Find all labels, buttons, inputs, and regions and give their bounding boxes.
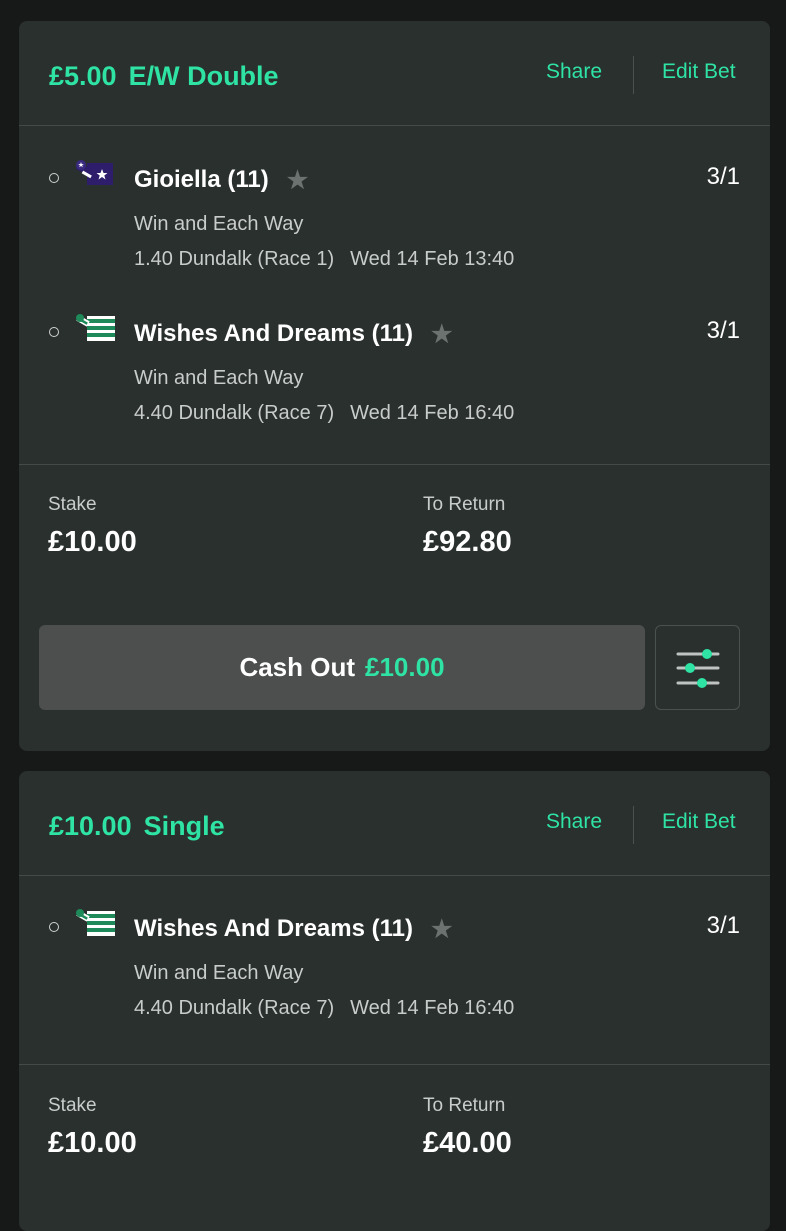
star-icon[interactable]: ★ xyxy=(431,915,453,944)
stake-label: Stake xyxy=(48,494,97,515)
selection-wishes-and-dreams: Wishes And Dreams (11) ★ 3/1 Win and Each… xyxy=(19,305,770,425)
header-divider xyxy=(633,806,634,844)
header-divider xyxy=(633,56,634,94)
share-button[interactable]: Share xyxy=(546,60,602,84)
edit-bet-button[interactable]: Edit Bet xyxy=(662,810,736,834)
stake-value: £10.00 xyxy=(48,526,137,558)
bet-card-single: £10.00 Single Share Edit Bet Wishes And D… xyxy=(19,771,770,1231)
event-info: 4.40 Dundalk (Race 7) Wed 14 Feb 16:40 xyxy=(134,997,514,1020)
market-type: Win and Each Way xyxy=(134,367,304,389)
bet-title: £10.00 Single xyxy=(49,811,225,842)
purple-silk-icon xyxy=(75,159,117,189)
cash-out-button[interactable]: Cash Out £10.00 xyxy=(39,625,645,710)
event-name: 4.40 Dundalk (Race 7) xyxy=(134,402,335,424)
to-return-label: To Return xyxy=(423,494,506,515)
selection-gioiella: Gioiella (11) ★ 3/1 Win and Each Way 1.40… xyxy=(19,151,770,271)
star-icon[interactable]: ★ xyxy=(287,166,309,195)
selection-radio[interactable] xyxy=(49,173,59,183)
odds: 3/1 xyxy=(706,163,740,190)
market-type: Win and Each Way xyxy=(134,213,304,235)
odds: 3/1 xyxy=(706,317,740,344)
cash-out-settings-button[interactable] xyxy=(655,625,740,710)
bet-card-ew-double: £5.00 E/W Double Share Edit Bet Gioiella … xyxy=(19,21,770,751)
event-info: 4.40 Dundalk (Race 7) Wed 14 Feb 16:40 xyxy=(134,402,514,425)
bet-type: Single xyxy=(143,811,225,841)
event-time: Wed 14 Feb 16:40 xyxy=(350,997,515,1019)
selection-radio[interactable] xyxy=(49,327,59,337)
selection-radio[interactable] xyxy=(49,922,59,932)
bet-card-header: £10.00 Single Share Edit Bet xyxy=(19,771,770,875)
to-return-value: £92.80 xyxy=(423,526,512,558)
green-hooped-silk-icon xyxy=(75,908,117,938)
horse-name: Wishes And Dreams (11) ★ xyxy=(134,320,453,349)
horse-name: Wishes And Dreams (11) ★ xyxy=(134,915,453,944)
event-info: 1.40 Dundalk (Race 1) Wed 14 Feb 13:40 xyxy=(134,248,514,271)
event-name: 4.40 Dundalk (Race 7) xyxy=(134,997,335,1019)
horse-name-text: Wishes And Dreams (11) xyxy=(134,915,413,942)
share-button[interactable]: Share xyxy=(546,810,602,834)
cash-out-label: Cash Out xyxy=(239,652,356,682)
divider xyxy=(19,464,770,465)
to-return-value: £40.00 xyxy=(423,1127,512,1159)
selection-wishes-and-dreams: Wishes And Dreams (11) ★ 3/1 Win and Each… xyxy=(19,900,770,1020)
bet-title: £5.00 E/W Double xyxy=(49,61,279,92)
horse-name-text: Wishes And Dreams (11) xyxy=(134,320,413,347)
horse-name-text: Gioiella (11) xyxy=(134,166,269,193)
to-return-label: To Return xyxy=(423,1095,506,1116)
bet-type: E/W Double xyxy=(128,61,279,91)
star-icon[interactable]: ★ xyxy=(431,320,453,349)
divider xyxy=(19,875,770,876)
bet-card-header: £5.00 E/W Double Share Edit Bet xyxy=(19,21,770,125)
cash-out-amount: £10.00 xyxy=(365,652,445,682)
market-type: Win and Each Way xyxy=(134,962,304,984)
bet-stake-amount: £5.00 xyxy=(49,61,117,91)
event-time: Wed 14 Feb 16:40 xyxy=(350,402,515,424)
event-time: Wed 14 Feb 13:40 xyxy=(350,248,515,270)
edit-bet-button[interactable]: Edit Bet xyxy=(662,60,736,84)
sliders-icon xyxy=(676,649,720,688)
divider xyxy=(19,1064,770,1065)
green-hooped-silk-icon xyxy=(75,313,117,343)
stake-label: Stake xyxy=(48,1095,97,1116)
stake-value: £10.00 xyxy=(48,1127,137,1159)
horse-name: Gioiella (11) ★ xyxy=(134,166,308,195)
divider xyxy=(19,125,770,126)
odds: 3/1 xyxy=(706,912,740,939)
event-name: 1.40 Dundalk (Race 1) xyxy=(134,248,335,270)
bet-stake-amount: £10.00 xyxy=(49,811,132,841)
